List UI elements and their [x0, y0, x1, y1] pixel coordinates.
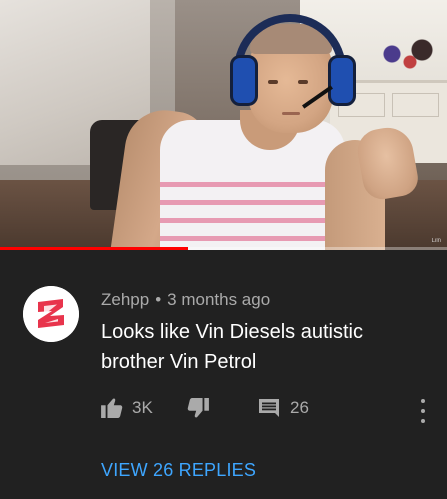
video-frame[interactable]: Liln	[0, 0, 447, 250]
comment-author[interactable]: Zehpp	[101, 290, 149, 309]
comment-body: Looks like Vin Diesels autistic brother …	[101, 321, 363, 373]
video-watermark: Liln	[431, 238, 441, 244]
dislike-button[interactable]	[187, 398, 209, 418]
z-logo-icon	[23, 286, 79, 342]
comment-timestamp: 3 months ago	[167, 290, 271, 309]
channel-avatar[interactable]	[23, 286, 79, 342]
view-replies-link[interactable]: VIEW 26 REPLIES	[101, 460, 256, 481]
more-options-button[interactable]	[413, 399, 433, 423]
person-mouth	[282, 112, 300, 115]
comment-header: Zehpp • 3 months ago	[101, 290, 270, 310]
like-count: 3K	[132, 398, 153, 417]
comment-thread: Zehpp • 3 months ago Looks like Vin Diesel…	[0, 250, 447, 499]
comment-actions: 3K 26	[101, 398, 441, 424]
headset-right-cup	[328, 55, 356, 106]
like-button[interactable]: 3K	[101, 398, 153, 418]
more-vert-icon	[421, 399, 425, 403]
thumbs-up-icon	[101, 398, 123, 418]
headset-left-cup	[230, 55, 258, 106]
comment-icon	[259, 399, 279, 417]
reply-count: 26	[290, 398, 309, 417]
video-shelf-items	[380, 30, 440, 70]
reply-button[interactable]: 26	[258, 398, 309, 418]
thumbs-down-icon	[187, 398, 209, 418]
header-separator: •	[155, 290, 162, 309]
